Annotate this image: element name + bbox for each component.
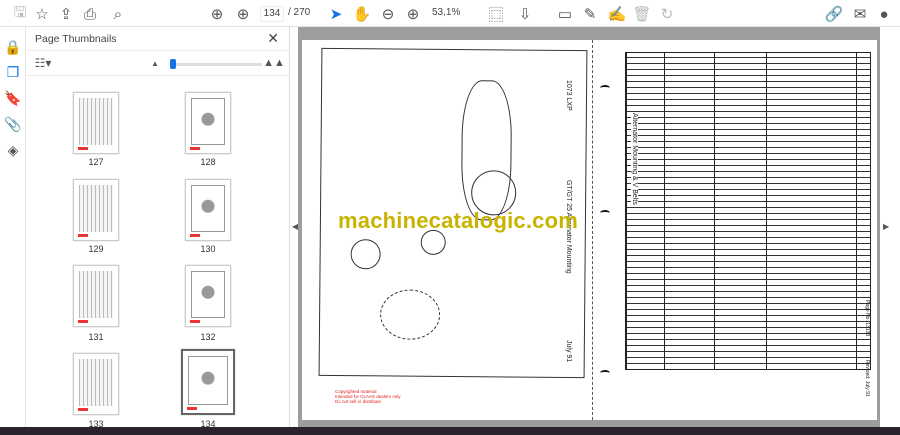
thumbnail-page-133[interactable] (73, 353, 119, 415)
page-thumbnails-icon[interactable]: ❐ (3, 62, 23, 82)
copyright-line: Do not sell or distribute (335, 399, 382, 404)
thumbnail-size-slider[interactable] (170, 59, 262, 69)
expand-right-panel-arrow-icon[interactable]: ▶ (883, 222, 889, 231)
panel-title: Page Thumbnails (35, 33, 117, 45)
binder-hole (600, 210, 610, 216)
page-fold-line (592, 40, 593, 420)
page-number-text: Page No. 13133 (864, 300, 870, 337)
lock-icon[interactable]: 🔒 (3, 37, 23, 57)
sign-icon[interactable]: ✍ (607, 4, 627, 24)
drawing-ref: 1073 LXP (565, 80, 572, 111)
bookmarks-icon[interactable]: 🔖 (3, 88, 23, 108)
comment-icon[interactable]: ▭ (555, 4, 575, 24)
scroll-mode-icon[interactable]: ⇩ (515, 4, 535, 24)
zoom-level-select[interactable]: 53,1% (432, 6, 470, 22)
next-page-icon[interactable]: ⊕ (233, 4, 253, 24)
attachments-icon[interactable]: 📎 (3, 114, 23, 134)
hand-tool-icon[interactable]: ✋ (352, 4, 372, 24)
taskbar-strip (0, 427, 900, 435)
thumbnail-label: 128 (200, 157, 216, 167)
document-view[interactable]: 1073 LXP GT/GT 25 Alternator Mounting Ju… (298, 27, 880, 427)
page-fit-icon[interactable]: ⿴ (486, 4, 506, 24)
thumbnail-label: 129 (88, 244, 104, 254)
print-icon[interactable]: ⎙ (80, 4, 100, 24)
thumbnail-page-128[interactable] (185, 92, 231, 154)
thumbnail-label: 132 (200, 332, 216, 342)
thumbnails-panel: Page Thumbnails ✕ ☷▾ ▲ ▲▲ 127 128 129 13… (27, 27, 290, 435)
upload-cloud-icon[interactable]: ⇪ (56, 4, 76, 24)
left-tool-rail: 🔒 ❐ 🔖 📎 ◈ (0, 27, 26, 435)
large-thumbnail-icon[interactable]: ▲▲ (263, 53, 285, 73)
rotate-icon[interactable]: ↻ (657, 4, 677, 24)
binder-hole (600, 85, 610, 91)
copyright-notice: Copyrighted material Intended for CLAAS … (335, 389, 401, 404)
thumbnail-page-132[interactable] (185, 265, 231, 327)
select-cursor-icon[interactable]: ➤ (326, 4, 346, 24)
pdf-page: 1073 LXP GT/GT 25 Alternator Mounting Ju… (302, 40, 877, 420)
close-panel-button[interactable]: ✕ (267, 30, 279, 47)
revised-text: Revised: July 91 (864, 360, 870, 397)
binder-hole (600, 370, 610, 376)
zoom-in-icon[interactable]: ⊕ (403, 4, 423, 24)
drawing-date: July 91 (565, 340, 572, 363)
layers-icon[interactable]: ◈ (3, 140, 23, 160)
thumbnail-label: 131 (88, 332, 104, 342)
thumbnail-page-127[interactable] (73, 92, 119, 154)
email-icon[interactable]: ✉ (850, 4, 870, 24)
zoom-out-icon[interactable]: ⊖ (378, 4, 398, 24)
thumbnail-label: 130 (200, 244, 216, 254)
table-title: Alternator Mounting & V Belts (631, 113, 638, 205)
thumbnail-options-row: ☷▾ ▲ ▲▲ (27, 50, 290, 76)
thumbnail-page-129[interactable] (73, 179, 119, 241)
small-thumbnail-icon[interactable]: ▲ (145, 53, 165, 73)
share-link-icon[interactable]: 🔗 (824, 4, 844, 24)
prev-page-icon[interactable]: ⊕ (207, 4, 227, 24)
alternator-drawing (379, 289, 441, 340)
thumbnail-page-130[interactable] (185, 179, 231, 241)
delete-icon[interactable]: 🗑 (632, 4, 652, 24)
account-icon[interactable]: ● (874, 4, 894, 24)
parts-table: Alternator Mounting & V Belts (625, 52, 871, 370)
save-icon[interactable]: 🖫 (10, 4, 30, 24)
thumbnail-label: 127 (88, 157, 104, 167)
thumbnail-page-134-selected[interactable] (181, 349, 235, 415)
thumbnail-page-131[interactable] (73, 265, 119, 327)
bookmark-star-icon[interactable]: ☆ (32, 4, 52, 24)
highlight-pen-icon[interactable]: ✎ (580, 4, 600, 24)
top-toolbar: 🖫 ☆ ⇪ ⎙ ⌕ ⊕ ⊕ 134 / 270 ➤ ✋ ⊖ ⊕ 53,1% ⿴ … (0, 0, 900, 27)
slider-handle[interactable] (170, 59, 176, 69)
pulley-drawing (350, 239, 381, 270)
page-total: / 270 (288, 7, 311, 18)
thumbnail-options-menu-icon[interactable]: ☷▾ (33, 53, 53, 73)
search-icon[interactable]: ⌕ (108, 4, 128, 24)
watermark: machinecatalogic.com (338, 208, 578, 233)
page-number-input[interactable]: 134 (260, 6, 284, 22)
